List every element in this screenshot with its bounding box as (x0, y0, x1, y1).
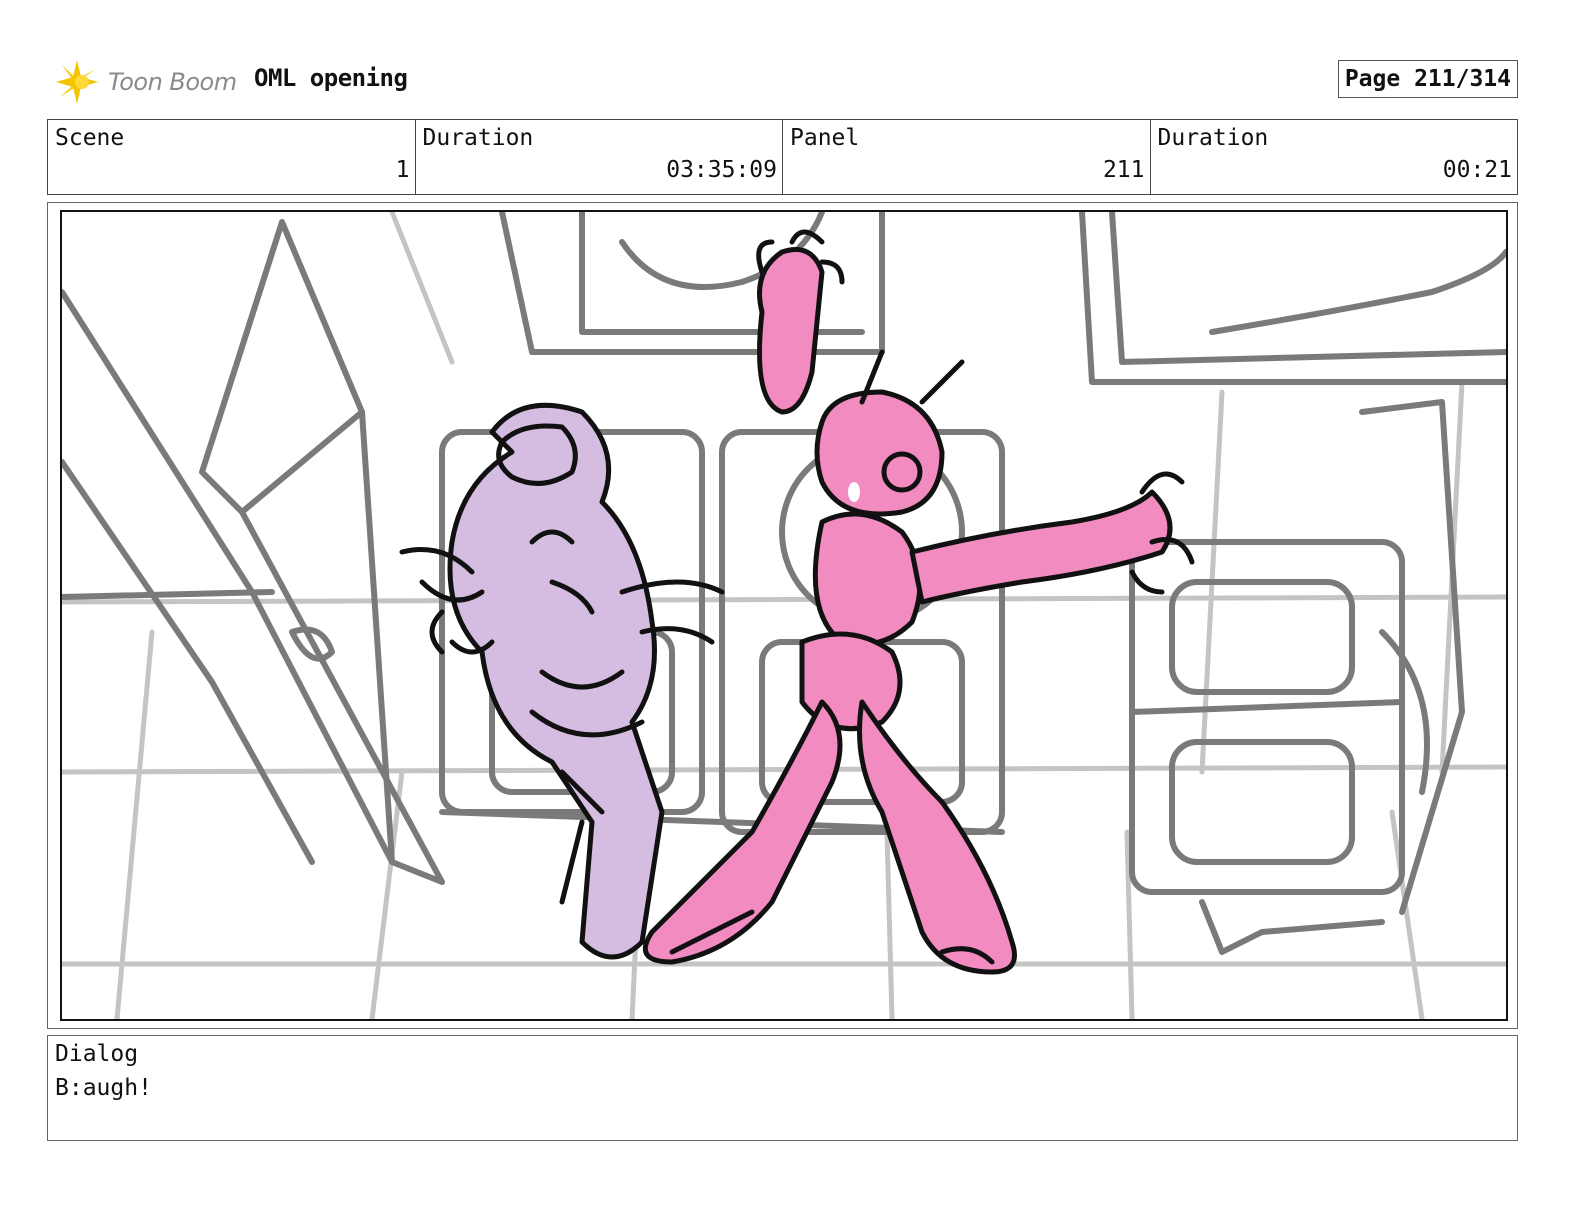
project-title: OML opening (254, 64, 408, 92)
panel-cell: Panel 211 (783, 120, 1151, 194)
toon-boom-logo: Toon Boom (52, 54, 237, 110)
panel-frame (47, 202, 1518, 1029)
panel-duration-label: Duration (1157, 125, 1269, 151)
scene-value: 1 (395, 157, 410, 183)
dialog-text: B:augh! (55, 1075, 152, 1101)
scene-duration-value: 03:35:09 (666, 157, 777, 183)
panel-duration-value: 00:21 (1442, 157, 1512, 183)
brand-name: Toon Boom (108, 68, 237, 96)
dialog-box: Dialog B:augh! (47, 1035, 1518, 1141)
scene-label: Scene (55, 125, 125, 151)
page-number: Page 211/314 (1337, 60, 1518, 98)
panel-value: 211 (1102, 157, 1145, 183)
storyboard-sketch (62, 212, 1506, 1019)
dialog-label: Dialog (55, 1041, 139, 1067)
scene-duration-cell: Duration 03:35:09 (416, 120, 783, 194)
panel-duration-cell: Duration 00:21 (1151, 120, 1518, 194)
scene-duration-label: Duration (422, 125, 534, 151)
toon-boom-starburst-icon (56, 60, 98, 104)
info-bar: Scene 1 Duration 03:35:09 Panel 211 Dura… (47, 119, 1518, 195)
storyboard-panel-image (60, 210, 1508, 1021)
panel-label: Panel (790, 125, 860, 151)
scene-cell: Scene 1 (48, 120, 416, 194)
